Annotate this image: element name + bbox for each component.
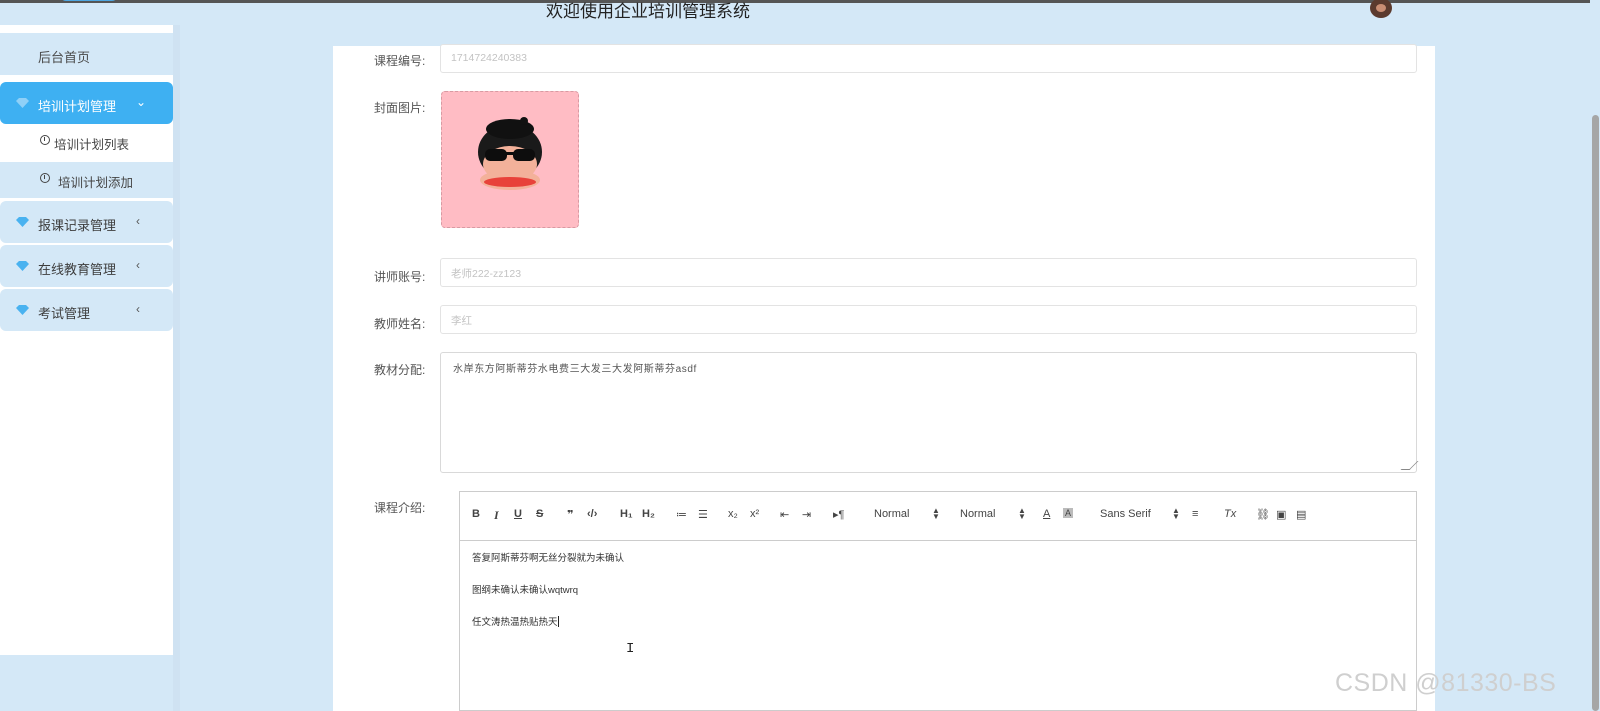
bold-button[interactable]: B: [472, 508, 480, 520]
editor-line: 答复阿斯蒂芬啊无丝分裂就为未确认: [472, 553, 625, 564]
watermark: CSDN @81330-BS: [1335, 669, 1557, 697]
intro-label: 课程介绍:: [374, 501, 426, 515]
sidebar-sub-label: 培训计划添加: [58, 176, 134, 190]
ordered-list-button[interactable]: ≔: [676, 508, 687, 521]
sidebar-group-enrollment[interactable]: 报课记录管理 ‹: [0, 201, 173, 243]
size-picker-value: Normal: [874, 508, 910, 520]
chevron-left-icon: ‹: [136, 302, 140, 316]
h2-button[interactable]: H₂: [642, 508, 655, 520]
clear-format-button[interactable]: Tx: [1224, 508, 1236, 520]
sidebar-group-label: 培训计划管理: [38, 99, 117, 114]
sidebar-group-label: 考试管理: [38, 306, 91, 321]
sidebar-item-home[interactable]: 后台首页: [0, 33, 173, 75]
bullet-list-button[interactable]: ☰: [698, 508, 708, 521]
sidebar-sub-label: 培训计划列表: [54, 138, 130, 152]
cover-image-upload[interactable]: [441, 91, 579, 228]
teacher-name-label: 教师姓名:: [374, 317, 426, 331]
header-picker[interactable]: Normal ▲ ▼: [960, 507, 1026, 521]
font-picker[interactable]: Sans Serif ▲ ▼: [1100, 507, 1180, 521]
blockquote-button[interactable]: ❞: [567, 508, 573, 521]
h1-button[interactable]: H₁: [620, 508, 633, 520]
font-color-button[interactable]: A: [1043, 508, 1050, 520]
font-picker-value: Sans Serif: [1100, 508, 1151, 520]
image-button[interactable]: ▣: [1276, 508, 1286, 521]
video-button[interactable]: ▤: [1296, 508, 1306, 521]
editor-toolbar: B I U S ❞ ‹/› H₁ H₂ ≔ ☰ x₂ x² ⇤ ⇥ ▸¶ Nor…: [460, 492, 1416, 541]
teacher-account-input[interactable]: 老师222-zz123: [440, 258, 1417, 287]
diamond-icon: [16, 98, 29, 108]
sidebar-group-exam[interactable]: 考试管理 ‹: [0, 289, 173, 331]
align-button[interactable]: ≡: [1192, 508, 1198, 520]
sidebar-group-training-plan[interactable]: 培训计划管理 ⌄: [0, 82, 173, 124]
system-title: 欢迎使用企业培训管理系统: [546, 2, 750, 21]
subscript-button[interactable]: x₂: [728, 508, 738, 520]
cover-label: 封面图片:: [374, 101, 426, 115]
underline-button[interactable]: U: [514, 508, 522, 520]
material-textarea[interactable]: 水岸东方阿斯蒂芬水电费三大发三大发阿斯蒂芬asdf: [440, 352, 1419, 473]
italic-button[interactable]: I: [494, 508, 499, 523]
chevron-down-icon: ⌄: [136, 95, 147, 109]
sidebar-item-plan-list[interactable]: 培训计划列表: [0, 124, 173, 160]
header-picker-value: Normal: [960, 508, 996, 520]
teacher-name-input[interactable]: 李红: [440, 305, 1417, 334]
outdent-button[interactable]: ⇤: [780, 508, 789, 521]
sidebar-item-plan-add[interactable]: 培训计划添加: [0, 162, 173, 198]
top-border: [0, 0, 1600, 3]
top-header: 欢迎使用企业培训管理系统: [0, 0, 1600, 46]
chevron-left-icon: ‹: [136, 214, 140, 228]
superscript-button[interactable]: x²: [750, 508, 759, 520]
teacher-account-label: 讲师账号:: [374, 270, 426, 284]
chevron-left-icon: ‹: [136, 258, 140, 272]
chevron-updown-icon: ▲ ▼: [1172, 506, 1180, 521]
code-button[interactable]: ‹/›: [587, 508, 597, 520]
editor-line: 图纲未确认未确认wqtwrq: [472, 585, 579, 596]
clock-icon: [40, 173, 50, 183]
sidebar-home-label: 后台首页: [38, 50, 91, 65]
material-text: 水岸东方阿斯蒂芬水电费三大发三大发阿斯蒂芬asdf: [453, 364, 697, 375]
text-cursor: [557, 616, 559, 627]
diamond-icon: [16, 217, 29, 227]
monkey-avatar-image: [478, 117, 542, 190]
chevron-updown-icon: ▲ ▼: [932, 506, 940, 521]
sidebar-group-label: 报课记录管理: [38, 218, 117, 233]
editor-line: 任文涛热温热贴热天: [472, 614, 624, 628]
text-direction-button[interactable]: ▸¶: [833, 508, 844, 521]
material-label: 教材分配:: [374, 363, 426, 377]
editor-line-text: 任文涛热温热贴热天: [472, 617, 558, 628]
resize-handle[interactable]: [1400, 461, 1419, 470]
course-no-input[interactable]: 1714724240383: [440, 44, 1417, 73]
sidebar-group-online-edu[interactable]: 在线教育管理 ‹: [0, 245, 173, 287]
sidebar-group-label: 在线教育管理: [38, 262, 117, 277]
link-button[interactable]: ⛓: [1256, 508, 1270, 521]
editor-content[interactable]: 答复阿斯蒂芬啊无丝分裂就为未确认 图纲未确认未确认wqtwrq 任文涛热温热贴热…: [472, 550, 624, 646]
strike-button[interactable]: S: [536, 508, 543, 520]
app-logo: [60, 0, 118, 2]
size-picker[interactable]: Normal ▲ ▼: [874, 507, 940, 521]
background-color-button[interactable]: A: [1063, 508, 1074, 518]
clock-icon: [40, 135, 50, 145]
diamond-icon: [16, 305, 29, 315]
indent-button[interactable]: ⇥: [802, 508, 811, 521]
ibeam-cursor-icon: I: [626, 641, 635, 657]
diamond-icon: [16, 261, 29, 271]
chevron-updown-icon: ▲ ▼: [1018, 506, 1026, 521]
user-avatar[interactable]: [1370, 0, 1392, 18]
rich-text-editor[interactable]: B I U S ❞ ‹/› H₁ H₂ ≔ ☰ x₂ x² ⇤ ⇥ ▸¶ Nor…: [459, 491, 1417, 711]
course-no-label: 课程编号:: [374, 54, 426, 68]
sidebar-divider: [173, 25, 180, 711]
scrollbar-thumb[interactable]: [1592, 115, 1599, 711]
